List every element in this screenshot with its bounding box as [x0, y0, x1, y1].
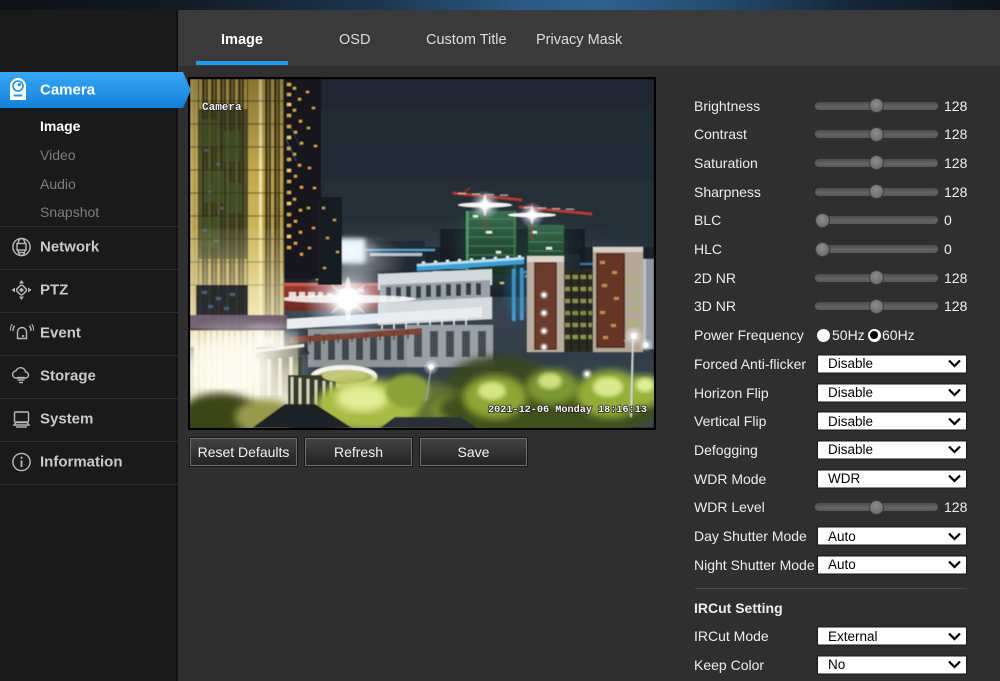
- svg-text:2021-12-06 Monday 18:16:13: 2021-12-06 Monday 18:16:13: [488, 404, 647, 416]
- svg-text:Camera: Camera: [202, 102, 242, 114]
